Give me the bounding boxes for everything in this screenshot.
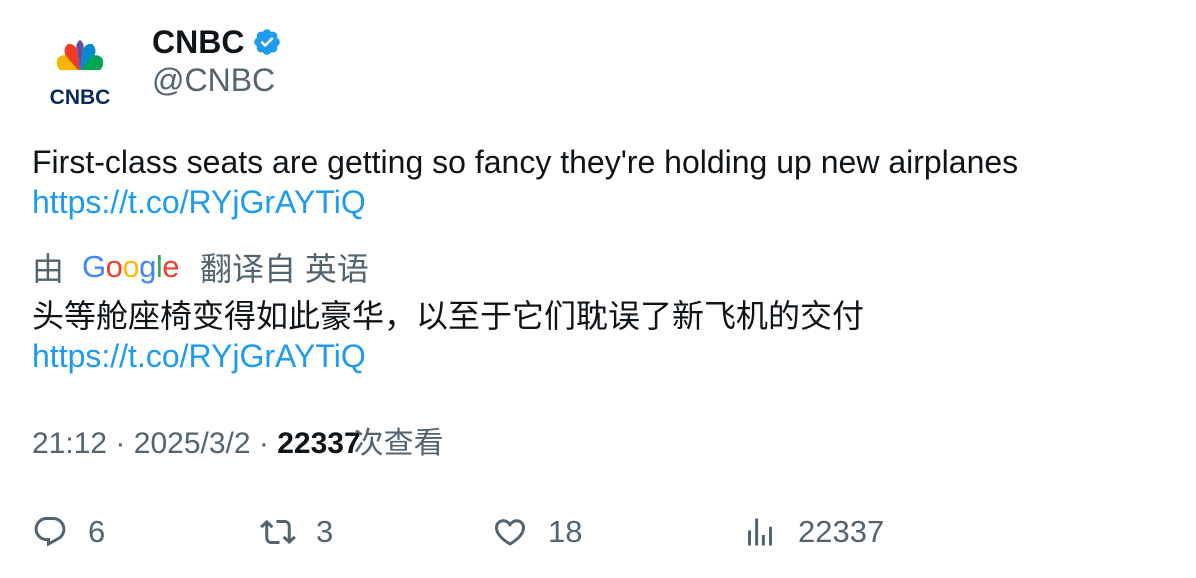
retweet-button[interactable]: 3 [260,510,333,554]
svg-text:Google: Google [82,249,179,284]
verified-badge-icon [252,27,282,57]
like-count: 18 [548,514,583,549]
avatar-text: CNBC [50,86,111,109]
author-name-row[interactable]: CNBC [152,22,282,62]
tweet-link[interactable]: https://t.co/RYjGrAYTiQ [32,182,1162,222]
translated-body: 头等舱座椅变得如此豪华，以至于它们耽误了新飞机的交付 https://t.co/… [32,296,1162,376]
retweet-count: 3 [316,514,334,549]
translated-link[interactable]: https://t.co/RYjGrAYTiQ [32,336,1162,376]
reply-count: 6 [88,514,106,549]
tweet-meta: 21:12 · 2025/3/2 · 22337次查看 [32,424,444,464]
view-label: 次查看 [353,427,444,460]
google-logo-icon: Google [82,249,180,285]
translation-suffix: 翻译自 英语 [200,251,369,287]
views-button[interactable]: 22337 [742,510,884,554]
author-handle[interactable]: @CNBC [152,62,275,99]
author-display-name[interactable]: CNBC [152,24,244,61]
heart-icon [494,519,526,546]
like-button[interactable]: 18 [492,510,582,554]
translated-text: 头等舱座椅变得如此豪华，以至于它们耽误了新飞机的交付 [32,298,865,334]
meta-separator: · [115,427,126,460]
avatar[interactable]: CNBC [32,26,128,122]
reply-button[interactable]: 6 [32,510,105,554]
tweet-body: First-class seats are getting so fancy t… [32,142,1162,222]
tweet-text: First-class seats are getting so fancy t… [32,144,1019,180]
translation-attribution[interactable]: 由 Google 翻译自 英语 [32,246,369,288]
cnbc-peacock-logo-icon: CNBC [50,40,111,109]
tweet-time[interactable]: 21:12 [32,427,107,460]
view-count: 22337 [277,427,361,460]
translation-prefix: 由 [32,251,65,287]
views-count: 22337 [798,514,885,549]
retweet-icon [260,519,296,545]
analytics-bar-icon [748,518,772,546]
meta-separator: · [258,427,269,460]
tweet-date[interactable]: 2025/3/2 [134,427,251,460]
reply-icon [34,517,66,547]
